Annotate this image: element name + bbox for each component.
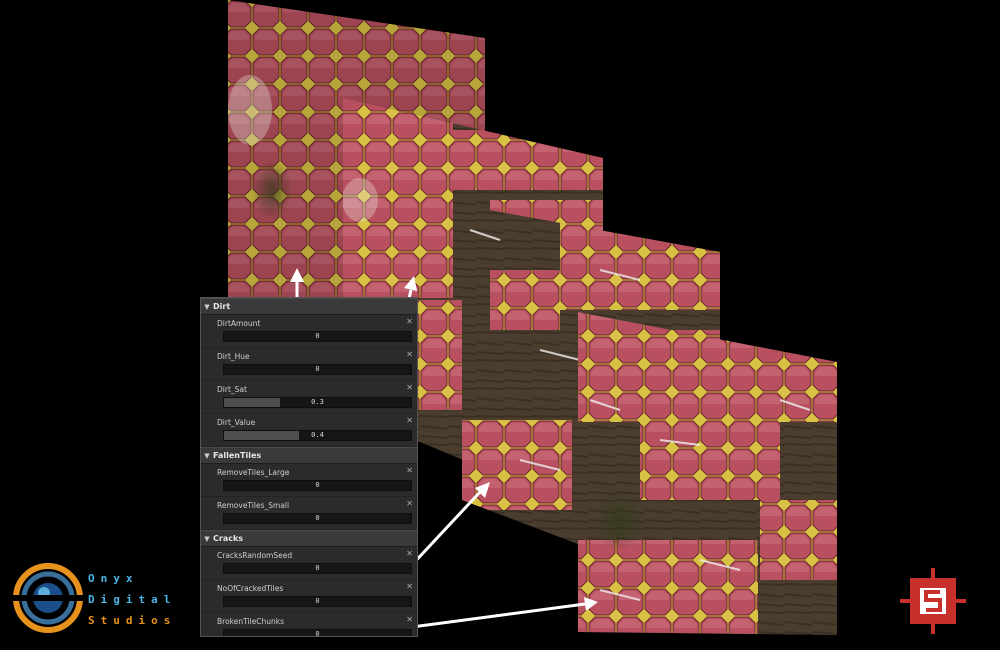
param-slider[interactable]: 0 [223, 480, 412, 491]
section-header-cracks[interactable]: ▼ Cracks [201, 530, 417, 547]
param-label: RemoveTiles_Large [217, 468, 290, 477]
param-broken-tile-chunks: BrokenTileChunks ✕ 0 [201, 613, 417, 637]
param-label: Dirt_Hue [217, 352, 250, 361]
param-value: 0.3 [311, 398, 324, 406]
remove-icon[interactable]: ✕ [406, 383, 413, 392]
remove-icon[interactable]: ✕ [406, 615, 413, 624]
param-remove-tiles-small: RemoveTiles_Small ✕ 0 [201, 497, 417, 530]
param-value: 0 [315, 332, 320, 340]
param-slider[interactable]: 0 [223, 629, 412, 637]
remove-icon[interactable]: ✕ [406, 416, 413, 425]
param-slider[interactable]: 0 [223, 331, 412, 342]
param-label: Dirt_Sat [217, 385, 247, 394]
param-dirt-sat: Dirt_Sat ✕ 0.3 [201, 381, 417, 414]
param-slider[interactable]: 0 [223, 596, 412, 607]
section-title: Cracks [213, 534, 244, 543]
param-cracks-random-seed: CracksRandomSeed ✕ 0 [201, 547, 417, 580]
param-label: CracksRandomSeed [217, 551, 293, 560]
param-value: 0.4 [311, 431, 324, 439]
param-dirt-value: Dirt_Value ✕ 0.4 [201, 414, 417, 447]
tile-previews [228, 0, 837, 635]
section-header-fallentiles[interactable]: ▼ FallenTiles [201, 447, 417, 464]
param-slider[interactable]: 0 [223, 513, 412, 524]
param-label: RemoveTiles_Small [217, 501, 290, 510]
remove-icon[interactable]: ✕ [406, 317, 413, 326]
param-value: 0 [315, 564, 320, 572]
remove-icon[interactable]: ✕ [406, 549, 413, 558]
collapse-icon[interactable]: ▼ [201, 452, 213, 460]
logo-text: Onyx Digital Studios [88, 572, 177, 627]
collapse-icon[interactable]: ▼ [201, 535, 213, 543]
param-value: 0 [315, 630, 320, 637]
param-slider[interactable]: 0 [223, 364, 412, 375]
param-label: NoOfCrackedTiles [217, 584, 284, 593]
param-label: BrokenTileChunks [217, 617, 284, 626]
param-remove-tiles-large: RemoveTiles_Large ✕ 0 [201, 464, 417, 497]
param-dirt-amount: DirtAmount ✕ 0 [201, 315, 417, 348]
param-slider[interactable]: 0.3 [223, 397, 412, 408]
param-label: DirtAmount [217, 319, 261, 328]
param-value: 0 [315, 514, 320, 522]
param-slider[interactable]: 0 [223, 563, 412, 574]
collapse-icon[interactable]: ▼ [201, 303, 213, 311]
remove-icon[interactable]: ✕ [406, 466, 413, 475]
remove-icon[interactable]: ✕ [406, 499, 413, 508]
param-no-of-cracked-tiles: NoOfCrackedTiles ✕ 0 [201, 580, 417, 613]
param-value: 0 [315, 481, 320, 489]
section-title: Dirt [213, 302, 231, 311]
section-title: FallenTiles [213, 451, 262, 460]
param-value: 0 [315, 597, 320, 605]
substance-logo-icon [900, 568, 966, 634]
param-label: Dirt_Value [217, 418, 256, 427]
section-header-dirt[interactable]: ▼ Dirt [201, 298, 417, 315]
param-dirt-hue: Dirt_Hue ✕ 0 [201, 348, 417, 381]
param-value: 0 [315, 365, 320, 373]
remove-icon[interactable]: ✕ [406, 350, 413, 359]
param-slider[interactable]: 0.4 [223, 430, 412, 441]
remove-icon[interactable]: ✕ [406, 582, 413, 591]
parameters-panel: ▼ Dirt DirtAmount ✕ 0 Dirt_Hue ✕ 0 Dirt_… [200, 297, 418, 637]
